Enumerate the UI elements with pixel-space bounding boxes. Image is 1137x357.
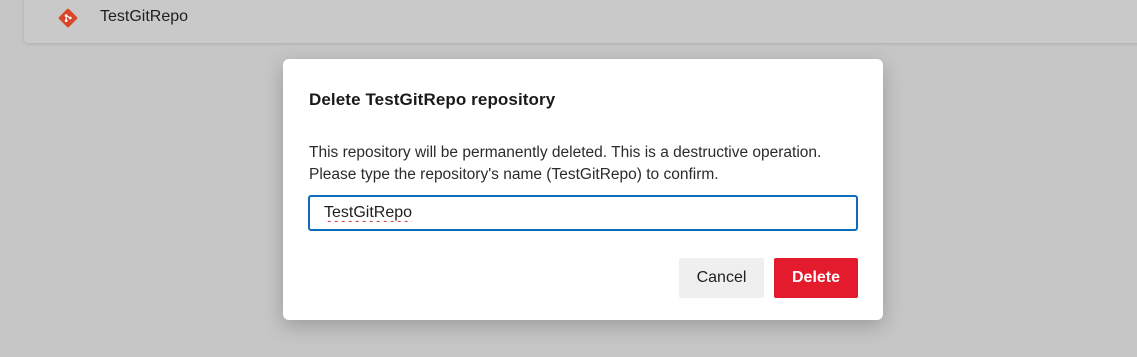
repository-header: TestGitRepo: [24, 0, 1137, 43]
git-repo-icon: [57, 7, 79, 29]
repository-name[interactable]: TestGitRepo: [100, 8, 188, 26]
delete-button[interactable]: Delete: [774, 258, 858, 298]
repository-name-confirm-input[interactable]: [308, 195, 858, 231]
dialog-title: Delete TestGitRepo repository: [309, 90, 556, 109]
cancel-button[interactable]: Cancel: [679, 258, 764, 298]
delete-repository-dialog: Delete TestGitRepo repository This repos…: [283, 59, 883, 320]
dialog-description: This repository will be permanently dele…: [309, 144, 822, 183]
page-background: TestGitRepo Delete TestGitRepo repositor…: [0, 0, 1137, 357]
